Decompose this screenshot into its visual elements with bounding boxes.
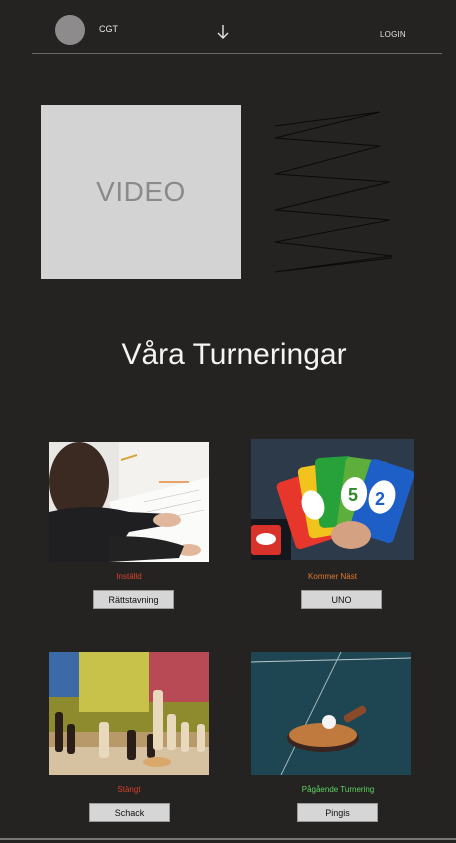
tournament-button-uno[interactable]: UNO bbox=[301, 590, 382, 609]
status-label: Pågående Turnering bbox=[251, 785, 425, 794]
status-text: Stängt bbox=[117, 785, 141, 794]
tournament-button-pingis[interactable]: Pingis bbox=[297, 803, 378, 822]
tournament-button-schack[interactable]: Schack bbox=[89, 803, 170, 822]
video-placeholder[interactable]: VIDEO bbox=[41, 105, 241, 279]
logo-avatar[interactable] bbox=[55, 15, 85, 45]
zigzag-decoration bbox=[274, 111, 393, 273]
header-divider bbox=[32, 53, 442, 54]
writing-photo bbox=[49, 442, 209, 562]
ping-pong-photo bbox=[251, 652, 411, 775]
footer-divider bbox=[0, 838, 456, 840]
card-image-pingis[interactable] bbox=[251, 652, 411, 775]
section-title: Våra Turneringar bbox=[121, 338, 347, 371]
card-image-rattstavning[interactable] bbox=[49, 442, 209, 562]
svg-text:5: 5 bbox=[348, 485, 358, 505]
login-link[interactable]: LOGIN bbox=[380, 30, 406, 39]
chess-photo bbox=[49, 652, 209, 775]
status-text: Kommer Näst bbox=[308, 572, 357, 581]
video-label: VIDEO bbox=[96, 176, 186, 207]
status-label: Stängt bbox=[49, 785, 209, 794]
status-text: Inställd bbox=[116, 572, 142, 581]
card-image-uno[interactable]: 5 2 bbox=[251, 439, 414, 560]
status-text: Pågående Turnering bbox=[301, 785, 375, 794]
scroll-down-icon[interactable] bbox=[214, 22, 232, 42]
brand-name[interactable]: CGT bbox=[99, 24, 118, 34]
status-label: Kommer Näst bbox=[251, 572, 414, 581]
card-image-schack[interactable] bbox=[49, 652, 209, 775]
tournament-button-rattstavning[interactable]: Rättstavning bbox=[93, 590, 174, 609]
status-label: Inställd bbox=[49, 572, 209, 581]
uno-cards-photo: 5 2 bbox=[251, 439, 414, 560]
svg-text:2: 2 bbox=[375, 489, 385, 509]
